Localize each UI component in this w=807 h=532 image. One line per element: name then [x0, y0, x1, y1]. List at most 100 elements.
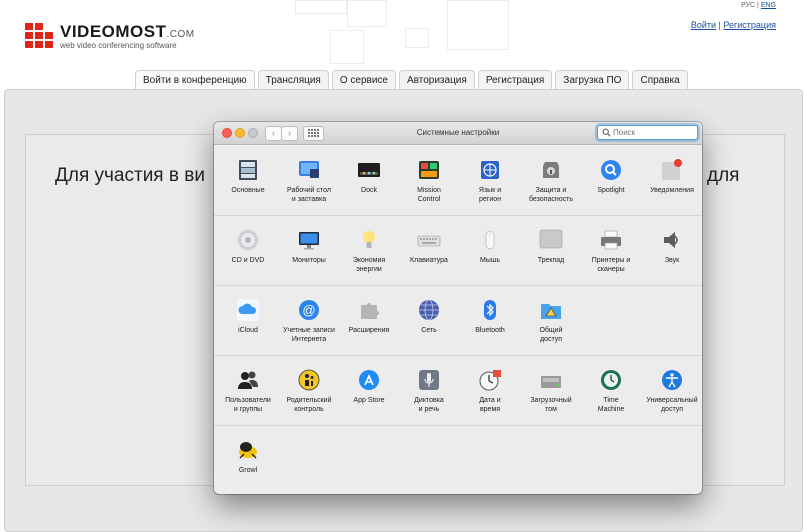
preference-pane[interactable]: Диктовка и речь — [399, 368, 459, 414]
logo-name: VIDEOMOST — [60, 22, 167, 41]
desktop-icon — [297, 158, 321, 182]
preference-label: Spotlight — [597, 187, 625, 194]
preference-label: Диктовка и речь — [414, 397, 444, 413]
sharing-icon — [539, 298, 563, 322]
preference-pane[interactable]: Звук — [642, 228, 702, 265]
preference-pane[interactable]: Родительский контроль — [279, 368, 339, 414]
bg-placeholder — [330, 30, 364, 64]
preference-label: Bluetooth — [475, 327, 505, 334]
window-titlebar[interactable]: ‹ › Системные настройки — [214, 122, 702, 145]
preference-section: Growl — [214, 425, 702, 494]
login-link[interactable]: Войти — [691, 20, 716, 30]
preference-pane[interactable]: @ Учетные записи Интернета — [279, 298, 339, 344]
tab-item[interactable]: Войти в конференцию — [135, 70, 255, 89]
network-icon — [417, 298, 441, 322]
preference-label: Growl — [238, 467, 258, 474]
preference-pane[interactable]: iCloud — [218, 298, 278, 335]
time-machine-icon — [599, 368, 623, 392]
preference-pane[interactable]: Трекпад — [521, 228, 581, 265]
preference-pane[interactable]: Принтеры и сканеры — [581, 228, 641, 274]
cd-icon — [236, 228, 260, 252]
preference-pane[interactable]: Spotlight — [581, 158, 641, 195]
bg-placeholder — [405, 28, 429, 48]
trackpad-icon — [539, 228, 563, 252]
preference-pane[interactable]: CD и DVD — [218, 228, 278, 265]
accessibility-icon — [660, 368, 684, 392]
search-input[interactable] — [613, 126, 693, 139]
preference-pane[interactable]: Язык и регион — [460, 158, 520, 204]
preference-pane[interactable]: Mission Control — [399, 158, 459, 204]
preference-pane[interactable]: Основные — [218, 158, 278, 195]
preference-label: iCloud — [238, 327, 258, 334]
auth-links: Войти | Регистрация — [691, 20, 776, 30]
preference-pane[interactable]: Общий доступ — [521, 298, 581, 344]
tab-item[interactable]: Справка — [632, 70, 688, 89]
preference-pane[interactable]: Сеть — [399, 298, 459, 335]
preference-pane[interactable]: Защита и безопасность — [521, 158, 581, 204]
preference-pane[interactable]: Клавиатура — [399, 228, 459, 265]
preference-section: Пользователи и группы Родительский контро… — [214, 355, 702, 426]
preference-pane[interactable]: Пользователи и группы — [218, 368, 278, 414]
preference-label: Расширения — [348, 327, 390, 334]
preference-pane[interactable]: Уведомления — [642, 158, 702, 195]
tab-item[interactable]: Трансляция — [257, 70, 329, 89]
search-box[interactable] — [597, 125, 698, 140]
parental-icon — [297, 368, 321, 392]
icloud-icon — [236, 298, 260, 322]
spotlight-icon — [599, 158, 623, 182]
preference-label: Клавиатура — [410, 257, 448, 264]
main-tabs: Войти в конференцию Трансляция О сервисе Ав… — [135, 70, 688, 89]
register-link[interactable]: Регистрация — [723, 20, 776, 30]
logo-text[interactable]: VIDEOMOST.COM — [60, 22, 195, 42]
preference-pane[interactable]: Расширения — [339, 298, 399, 335]
preference-label: App Store — [353, 397, 385, 404]
tab-item[interactable]: О сервисе — [331, 70, 396, 89]
preference-label: Учетные записи Интернета — [283, 327, 335, 343]
preference-label: Общий доступ — [539, 327, 563, 343]
preference-pane[interactable]: Загрузочный том — [521, 368, 581, 414]
preference-label: Сеть — [421, 327, 437, 334]
preference-pane[interactable]: Экономия энергии — [339, 228, 399, 274]
keyboard-icon — [417, 228, 441, 252]
preference-section: CD и DVD Мониторы Экономия энергии Клавиату… — [214, 215, 702, 286]
tab-item[interactable]: Регистрация — [477, 70, 553, 89]
bg-placeholder — [447, 0, 509, 50]
preference-pane[interactable]: Bluetooth — [460, 298, 520, 335]
preference-label: Пользователи и группы — [225, 397, 271, 413]
appstore-icon — [357, 368, 381, 392]
preference-label: Уведомления — [650, 187, 694, 194]
mission-control-icon — [417, 158, 441, 182]
extensions-icon — [357, 298, 381, 322]
preference-label: Загрузочный том — [530, 397, 572, 413]
auth-separator: | — [718, 20, 721, 30]
preference-label: Mission Control — [417, 187, 441, 203]
page-headline: Для участия в ви — [55, 165, 205, 186]
logo-icon[interactable] — [25, 23, 55, 49]
preference-pane[interactable]: Универсальный доступ — [642, 368, 702, 414]
lang-ru-link[interactable]: РУС — [741, 2, 755, 9]
bg-placeholder — [347, 0, 387, 27]
preference-pane[interactable]: App Store — [339, 368, 399, 405]
preference-pane[interactable]: Мышь — [460, 228, 520, 265]
tab-item[interactable]: Загрузка ПО — [555, 70, 630, 89]
preference-section: iCloud @ Учетные записи Интернета Расширени… — [214, 285, 702, 356]
preference-pane[interactable]: Рабочий стол и заставка — [279, 158, 339, 204]
notifications-icon — [660, 158, 684, 182]
lang-en-link[interactable]: ENG — [761, 2, 776, 9]
page-headline-tail: для — [707, 165, 740, 186]
preference-pane[interactable]: Dock — [339, 158, 399, 195]
dictation-icon — [417, 368, 441, 392]
preference-pane[interactable]: Дата и время — [460, 368, 520, 414]
svg-text:@: @ — [302, 303, 315, 318]
dock-icon — [357, 158, 381, 182]
bg-placeholder — [295, 0, 347, 14]
datetime-icon — [478, 368, 502, 392]
tab-item[interactable]: Авторизация — [398, 70, 475, 89]
preference-pane[interactable]: Growl — [218, 438, 278, 475]
monitor-icon — [297, 228, 321, 252]
preference-label: Time Machine — [597, 397, 625, 413]
preference-pane[interactable]: Time Machine — [581, 368, 641, 414]
language-switcher: РУС | ENG — [741, 2, 776, 9]
sound-icon — [660, 228, 684, 252]
preference-pane[interactable]: Мониторы — [279, 228, 339, 265]
